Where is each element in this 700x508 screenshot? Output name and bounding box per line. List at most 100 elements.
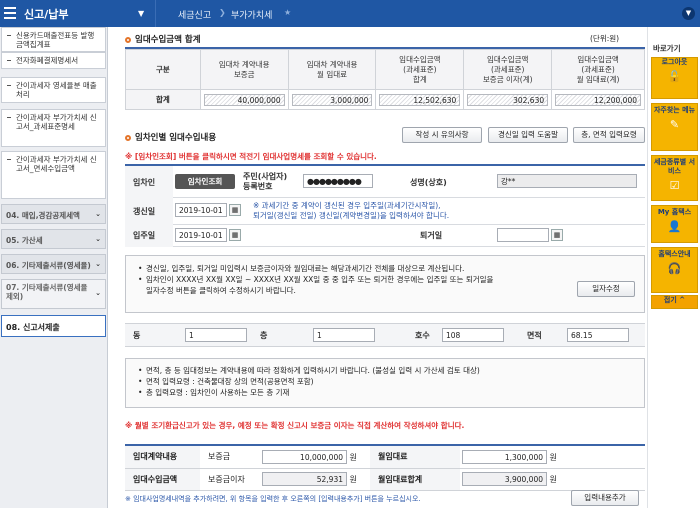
sidebar-group-04[interactable]: 04. 매입,경감공제세액 ⌄: [1, 204, 106, 224]
table-header: 구분: [125, 49, 201, 90]
quick-links-panel: 바로가기 로그아웃 🔓 자주찾는 메뉴 ✎ 세금종류별 서비스 ☑ My 홈택스 👤 홈…: [647, 27, 700, 508]
group-label: 04. 매입,경감공제세액: [6, 211, 80, 220]
table-row: 임대수입금액 보증금이자 52,931 원 월임대료합계 3,900,000 원: [125, 468, 645, 491]
room-number-label: 호수: [415, 331, 430, 340]
top-navigation-bar: 신고/납부 ▼ 세금신고 ❯ 부가가치세 ★ ▼: [0, 0, 700, 27]
currency-unit: 원: [349, 452, 357, 462]
info-list: 경신일, 입주일, 퇴거일 미입력시 보증금이자와 월임대료는 해당과세기간 전…: [137, 263, 567, 296]
logout-link[interactable]: 로그아웃 🔓: [651, 57, 698, 99]
bookmark-icon: ✎: [669, 118, 680, 131]
area-field[interactable]: 68.15: [567, 328, 629, 342]
section-title-summary: 임대수입금액 합계: [125, 33, 201, 45]
sidebar-group-06[interactable]: 06. 기타제출서류(영세율) ⌄: [1, 254, 106, 274]
renewal-help-button[interactable]: 경신일 입력 도움말: [488, 127, 568, 143]
readonly-value: 302,630: [467, 93, 549, 106]
name-label: 성명(상호): [410, 178, 447, 187]
unit-label: (단위:원): [590, 34, 620, 43]
circle-bullet-icon: [125, 135, 131, 141]
chevron-down-icon: ⌄: [95, 289, 101, 297]
move-out-date-field[interactable]: [497, 228, 549, 242]
summary-title: 임대수입금액 합계: [135, 35, 201, 45]
sidebar-group-07[interactable]: 07. 기타제출서류(영세율 제외) ⌄: [1, 279, 106, 309]
renewal-date-field[interactable]: 2019-10-01: [175, 203, 227, 217]
edit-dates-button[interactable]: 일자수정: [577, 281, 635, 297]
favorite-menu-link[interactable]: 자주찾는 메뉴 ✎: [651, 103, 698, 151]
table-cell: 10,000,000 원: [260, 446, 370, 469]
info-item: 경신일, 입주일, 퇴거일 미입력시 보증금이자와 월임대료는 해당과세기간 전…: [137, 263, 567, 274]
renewal-note: ※ 과세기간 중 계약이 갱신된 경우 입주일(과세기간시작일), 퇴거일(갱신…: [253, 201, 450, 220]
dong-field[interactable]: 1: [185, 328, 247, 342]
breadcrumb-tax-filing[interactable]: 세금신고: [178, 8, 211, 21]
registration-number-field[interactable]: ●●●●●●●●●: [303, 174, 373, 188]
floor-area-guide-button[interactable]: 층, 면적 입력요령: [573, 127, 645, 143]
dong-label: 동: [133, 331, 141, 340]
readonly-value: 40,000,000: [203, 93, 285, 106]
headset-icon: 🎧: [667, 262, 682, 275]
checkbox-icon: ☑: [669, 179, 680, 192]
person-icon: 👤: [667, 220, 682, 233]
summary-table: 구분 임대차 계약내용 보증금 임대차 계약내용 월 임대료 임대수입금액 (과…: [125, 49, 645, 110]
sidebar-group-05[interactable]: 05. 가산세 ⌄: [1, 229, 106, 249]
table-header: 임대수입금액 (과세표준) 합계: [375, 49, 465, 90]
table-cell: 12,200,000: [551, 89, 645, 110]
group-label: 05. 가산세: [6, 236, 43, 245]
menu-title: 신고/납부: [24, 8, 69, 21]
detail-title: 임차인별 임대수입내용: [135, 133, 217, 143]
move-out-label: 퇴거일: [420, 231, 443, 240]
monthly-rent-total-value: 3,900,000: [462, 472, 547, 486]
chevron-down-icon[interactable]: ▼: [138, 9, 144, 18]
room-number-field[interactable]: 108: [442, 328, 504, 342]
floor-field[interactable]: 1: [313, 328, 375, 342]
area-label: 면적: [527, 331, 542, 340]
currency-unit: 원: [549, 475, 557, 484]
table-cell: 52,931 원: [260, 468, 370, 491]
deposit-interest-value: 52,931: [262, 472, 347, 486]
rent-income-table: 임대계약내용 보증금 10,000,000 원 월임대료 1,300,000 원…: [125, 446, 645, 491]
monthly-rent-field[interactable]: 1,300,000: [462, 449, 547, 464]
quick-label: 홈택스안내: [658, 250, 691, 258]
row-label: 임대수입금액: [125, 468, 200, 491]
tax-service-link[interactable]: 세금종류별 서비스 ☑: [651, 155, 698, 201]
table-cell: 40,000,000: [199, 89, 289, 110]
renewal-date-label: 갱신일: [133, 207, 156, 216]
sidebar-item-tax-base[interactable]: 간이과세자 부가가치세 신고서_과세표준명세: [1, 109, 106, 147]
chevron-down-icon: ⌄: [95, 235, 101, 243]
deposit-field[interactable]: 10,000,000: [262, 449, 347, 464]
tenant-lookup-button[interactable]: 임차인조회: [175, 174, 235, 189]
quick-label: 세금종류별 서비스: [653, 158, 696, 175]
chevron-down-circle-icon[interactable]: ▼: [682, 7, 695, 20]
table-cell: 3,900,000 원: [460, 468, 645, 491]
calendar-icon[interactable]: ▦: [229, 229, 241, 241]
table-cell: 1,300,000 원: [460, 446, 645, 469]
sidebar-item-exempt-income[interactable]: 간이과세자 부가가치세 신고서_면세수입금액: [1, 151, 106, 199]
sidebar-item-e-money[interactable]: 전자화폐결제명세서: [1, 52, 106, 69]
sidebar-item-zero-rate[interactable]: 간이과세자 영세율분 매출 처리: [1, 77, 106, 103]
table-header: 임대차 계약내용 보증금: [199, 49, 289, 90]
move-in-date-field[interactable]: 2019-10-01: [175, 228, 227, 242]
table-cell: 3,000,000: [287, 89, 377, 110]
sidebar-item-card-sales[interactable]: 신용카드매출전표등 발행금액집계표: [1, 27, 106, 52]
hometax-guide-link[interactable]: 홈택스안내 🎧: [651, 247, 698, 293]
early-refund-warning: ※ 월별 조기환급신고가 있는 경우, 예정 또는 확정 신고시 보증금 이자는…: [125, 421, 465, 430]
calendar-icon[interactable]: ▦: [229, 204, 241, 216]
sidebar: 신용카드매출전표등 발행금액집계표 전자화폐결제명세서 간이과세자 영세율분 매…: [0, 27, 108, 508]
add-entry-button[interactable]: 입력내용추가: [571, 490, 639, 506]
info-item: 면적, 층 등 임대정보는 계약내용에 따라 정확하게 입력하시기 바랍니다. …: [137, 365, 637, 376]
calendar-icon[interactable]: ▦: [551, 229, 563, 241]
star-icon[interactable]: ★: [284, 8, 291, 17]
move-in-label: 입주일: [133, 231, 156, 240]
hamburger-menu-icon[interactable]: [4, 7, 16, 19]
readonly-value: 12,502,630: [379, 93, 461, 106]
info-list: 면적, 층 등 임대정보는 계약내용에 따라 정확하게 입력하시기 바랍니다. …: [137, 365, 637, 398]
writing-notes-button[interactable]: 작성 시 유의사항: [402, 127, 482, 143]
table-header-row: 구분 임대차 계약내용 보증금 임대차 계약내용 월 임대료 임대수입금액 (과…: [125, 49, 645, 90]
table-cell: 302,630: [463, 89, 553, 110]
my-hometax-link[interactable]: My 홈택스 👤: [651, 205, 698, 243]
tenant-label: 임차인: [133, 178, 156, 187]
sidebar-item-submit[interactable]: 08. 신고서제출: [1, 315, 106, 337]
collapse-button[interactable]: 접기 ^: [651, 295, 698, 309]
lock-icon: 🔓: [667, 70, 682, 83]
group-label: 06. 기타제출서류(영세율): [6, 261, 91, 270]
breadcrumb-vat[interactable]: 부가가치세: [231, 8, 272, 21]
chevron-down-icon: ⌄: [95, 260, 101, 268]
